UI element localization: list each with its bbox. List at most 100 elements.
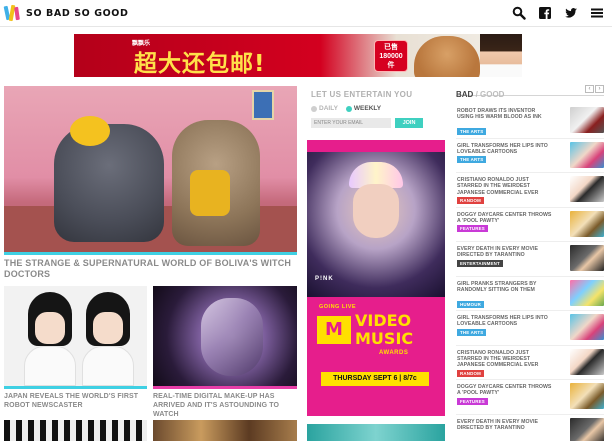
facebook-icon[interactable] bbox=[538, 6, 552, 20]
sidebar-list-item[interactable]: DOGGY DAYCARE CENTER THROWS A 'POOL PAWT… bbox=[456, 380, 604, 415]
daily-label[interactable]: DAILY bbox=[319, 105, 338, 112]
category-tag[interactable]: THE ARTS bbox=[457, 156, 487, 164]
sidebar-list-item[interactable]: CRISTIANO RONALDO JUST STARRED IN THE WE… bbox=[456, 173, 604, 208]
sidebar-item-thumbnail[interactable] bbox=[570, 141, 604, 168]
email-input[interactable]: ENTER YOUR EMAIL bbox=[311, 118, 391, 128]
broadcast-date: THURSDAY SEPT 6 | 8/7c bbox=[321, 372, 429, 386]
card-image-robot-newscaster[interactable] bbox=[4, 286, 147, 386]
robot-face bbox=[35, 312, 65, 344]
category-tag[interactable]: THE ARTS bbox=[457, 128, 487, 136]
sidebar-item-title[interactable]: DOGGY DAYCARE CENTER THROWS A 'POOL PAWT… bbox=[457, 384, 553, 397]
category-tag[interactable]: THE ARTS bbox=[457, 328, 487, 336]
menu-icon[interactable] bbox=[590, 6, 604, 20]
model-image bbox=[480, 34, 522, 77]
card-title[interactable]: JAPAN REVEALS THE WORLD'S FIRST ROBOT NE… bbox=[4, 392, 147, 410]
sidebar-item-title[interactable]: CRISTIANO RONALDO JUST STARRED IN THE WE… bbox=[457, 350, 553, 369]
mtv-logo-icon: M bbox=[317, 316, 351, 344]
card-image-partial[interactable] bbox=[153, 420, 297, 441]
costume-figure bbox=[54, 124, 164, 242]
banner-ad-badge: 已售 180000 件 bbox=[374, 40, 408, 72]
sidebar-item-title[interactable]: CRISTIANO RONALDO JUST STARRED IN THE WE… bbox=[457, 177, 553, 196]
card-accent-bar bbox=[4, 386, 147, 389]
sidebar-list-item[interactable]: GIRL PRANKS STRANGERS BY RANDOMLY SITTIN… bbox=[456, 277, 604, 311]
sidebar-item-thumbnail[interactable] bbox=[570, 210, 604, 237]
sidebar-item-title[interactable]: GIRL PRANKS STRANGERS BY RANDOMLY SITTIN… bbox=[457, 281, 553, 294]
costume-mask bbox=[70, 116, 110, 146]
sidebar-list-item[interactable]: CRISTIANO RONALDO JUST STARRED IN THE WE… bbox=[456, 346, 604, 380]
banner-ad[interactable]: 飘飘乐 超大还包邮! 已售 180000 件 bbox=[74, 34, 522, 77]
projected-face bbox=[201, 298, 263, 376]
sidebar-item-thumbnail[interactable] bbox=[570, 314, 604, 340]
ad-image-partial[interactable] bbox=[307, 424, 445, 441]
newsletter-signup: LET US ENTERTAIN YOU DAILY WEEKLY ENTER … bbox=[311, 90, 447, 128]
sidebar-item-title[interactable]: DOGGY DAYCARE CENTER THROWS A 'POOL PAWT… bbox=[457, 212, 553, 225]
bad-tab[interactable]: BAD bbox=[456, 90, 473, 99]
newsletter-title: LET US ENTERTAIN YOU bbox=[311, 90, 413, 99]
hero-title[interactable]: THE STRANGE & SUPERNATURAL WORLD OF BOLI… bbox=[4, 258, 297, 280]
good-tab[interactable]: GOOD bbox=[480, 90, 504, 99]
sidebar-header: BAD / GOOD ‹ › bbox=[456, 84, 604, 99]
sidebar-item-thumbnail[interactable] bbox=[570, 383, 604, 409]
robot-body bbox=[82, 346, 134, 386]
prev-arrow-icon[interactable]: ‹ bbox=[585, 85, 594, 93]
sidebar-item-thumbnail[interactable] bbox=[570, 245, 604, 271]
card-accent-bar bbox=[153, 386, 297, 389]
logo-text: SO BAD SO GOOD bbox=[26, 7, 129, 19]
sidebar-list-item[interactable]: DOGGY DAYCARE CENTER THROWS A 'POOL PAWT… bbox=[456, 208, 604, 242]
daily-radio[interactable] bbox=[311, 105, 317, 112]
sidebar-item-thumbnail[interactable] bbox=[570, 107, 604, 133]
sidebar-item-title[interactable]: EVERY DEATH IN EVERY MOVIE DIRECTED BY T… bbox=[457, 246, 553, 259]
sidebar-item-title[interactable]: ROBOT DRAWS ITS INVENTOR USING HIS WARM … bbox=[457, 108, 553, 121]
category-tag[interactable]: RANDOM bbox=[457, 197, 484, 205]
sidebar-item-thumbnail[interactable] bbox=[570, 279, 604, 306]
card-image-partial[interactable] bbox=[4, 420, 147, 441]
sidebar-list-item[interactable]: ROBOT DRAWS ITS INVENTOR USING HIS WARM … bbox=[456, 104, 604, 139]
badge-line: 180000 bbox=[379, 53, 403, 60]
vma-line: MUSIC bbox=[355, 329, 414, 348]
category-tag[interactable]: ENTERTAINMENT bbox=[457, 259, 503, 267]
card-image-digital-makeup[interactable] bbox=[153, 286, 297, 386]
artist-face bbox=[353, 184, 399, 238]
awards-label: AWARDS bbox=[379, 350, 409, 356]
vma-ad[interactable]: P!NK GOING LIVE M VIDEO MUSIC AWARDS THU… bbox=[307, 140, 445, 416]
sidebar-list-item[interactable]: EVERY DEATH IN EVERY MOVIE DIRECTED BY T… bbox=[456, 242, 604, 277]
robot-face bbox=[93, 312, 123, 344]
sidebar-list: ROBOT DRAWS ITS INVENTOR USING HIS WARM … bbox=[456, 104, 604, 441]
sidebar-item-thumbnail[interactable] bbox=[570, 348, 604, 375]
join-button[interactable]: JOIN bbox=[395, 118, 423, 128]
sidebar-item-title[interactable]: EVERY DEATH IN EVERY MOVIE DIRECTED BY T… bbox=[457, 419, 553, 432]
tab-separator: / bbox=[473, 90, 481, 99]
category-tag[interactable]: FEATURES bbox=[457, 225, 488, 233]
sidebar-list-item[interactable]: GIRL TRANSFORMS HER LIPS INTO LOVEABLE C… bbox=[456, 139, 604, 173]
weekly-label[interactable]: WEEKLY bbox=[354, 105, 381, 112]
banner-ad-headline: 超大还包邮! bbox=[134, 51, 266, 77]
sidebar-item-thumbnail[interactable] bbox=[570, 417, 604, 441]
category-tag[interactable]: RANDOM bbox=[457, 369, 484, 377]
sidebar-item-title[interactable]: GIRL TRANSFORMS HER LIPS INTO LOVEABLE C… bbox=[457, 143, 553, 156]
sidebar-item-title[interactable]: GIRL TRANSFORMS HER LIPS INTO LOVEABLE C… bbox=[457, 315, 553, 328]
going-live-label: GOING LIVE bbox=[319, 304, 357, 310]
sidebar-list-item[interactable]: GIRL TRANSFORMS HER LIPS INTO LOVEABLE C… bbox=[456, 311, 604, 346]
hero-image[interactable] bbox=[4, 86, 297, 252]
card-title[interactable]: REAL-TIME DIGITAL MAKE-UP HAS ARRIVED AN… bbox=[153, 392, 297, 419]
weekly-radio[interactable] bbox=[345, 105, 352, 112]
logo-mark-icon bbox=[3, 4, 22, 22]
vma-line: VIDEO bbox=[355, 311, 412, 330]
sidebar-list-item[interactable]: EVERY DEATH IN EVERY MOVIE DIRECTED BY T… bbox=[456, 415, 604, 441]
badge-line: 已售 bbox=[384, 44, 398, 51]
twitter-icon[interactable] bbox=[564, 6, 578, 20]
search-icon[interactable] bbox=[512, 6, 526, 20]
vma-title: VIDEO MUSIC bbox=[355, 312, 413, 348]
artist-name: P!NK bbox=[315, 276, 334, 282]
hero-accent-bar bbox=[4, 252, 297, 255]
robot-body bbox=[24, 346, 76, 386]
site-logo[interactable]: SO BAD SO GOOD bbox=[3, 4, 129, 22]
teddy-bear-image bbox=[414, 36, 480, 77]
wall-picture bbox=[252, 90, 274, 120]
costume-mask bbox=[190, 170, 230, 216]
category-tag[interactable]: HUMOUR bbox=[457, 300, 484, 308]
sidebar-item-thumbnail[interactable] bbox=[570, 176, 604, 202]
badge-line: 件 bbox=[387, 62, 395, 69]
category-tag[interactable]: FEATURES bbox=[457, 397, 488, 405]
next-arrow-icon[interactable]: › bbox=[595, 85, 604, 93]
